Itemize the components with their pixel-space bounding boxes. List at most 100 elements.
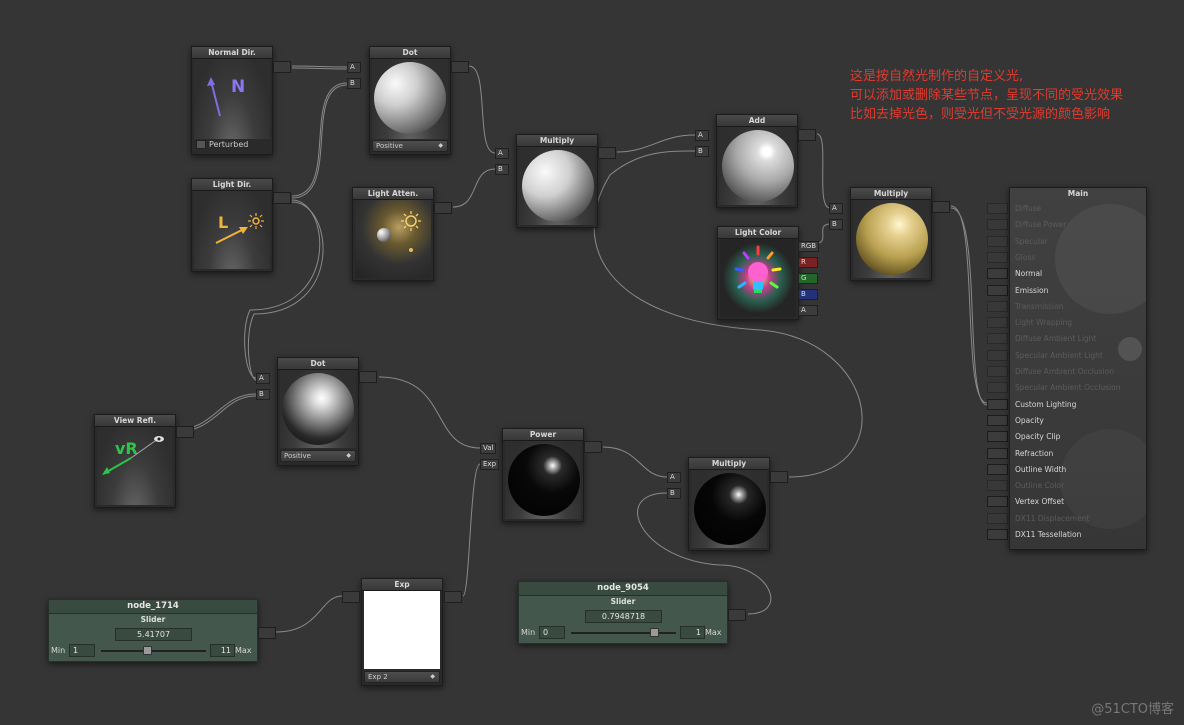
multiply2-output[interactable]: [932, 201, 950, 213]
slider-value-field[interactable]: 0.7948718: [585, 610, 662, 623]
wire-normal-to-dot1b: [291, 67, 348, 70]
multiply1-input-b[interactable]: B: [495, 164, 509, 175]
node-view-refl[interactable]: View Refl. vR: [94, 414, 176, 508]
dot1-input-a[interactable]: A: [347, 62, 361, 73]
slider-thumb[interactable]: [143, 646, 153, 655]
slider-max-field[interactable]: 11: [210, 644, 235, 657]
wire-power-to-mul3: [602, 446, 668, 478]
main-input-row: DX11 Displacement: [1015, 513, 1090, 523]
normal-dir-output[interactable]: [273, 61, 291, 73]
slider-thumb[interactable]: [649, 628, 659, 637]
main-input-port[interactable]: [987, 529, 1008, 540]
main-input-port[interactable]: [987, 414, 1008, 426]
main-input-row: Specular: [1015, 236, 1048, 246]
slider-min-field[interactable]: 1: [69, 644, 95, 657]
main-input-port[interactable]: [987, 512, 1008, 524]
main-input-port[interactable]: [987, 447, 1008, 459]
add-input-a[interactable]: A: [695, 130, 709, 141]
slider-max-label: Max: [235, 646, 252, 655]
multiply3-input-a[interactable]: A: [667, 472, 681, 483]
power-input-val[interactable]: Val: [480, 443, 497, 454]
main-input-port[interactable]: [987, 300, 1008, 312]
node-title: Multiply: [689, 458, 769, 470]
node-power[interactable]: Power: [502, 428, 584, 522]
dot2-output[interactable]: [359, 371, 377, 383]
main-input-port[interactable]: [987, 251, 1008, 263]
add-input-b[interactable]: B: [695, 146, 709, 157]
main-input-row: Transmission: [1015, 301, 1064, 311]
dot1-input-b[interactable]: B: [347, 78, 361, 89]
power-input-exp[interactable]: Exp: [480, 459, 500, 470]
light-color-output-g[interactable]: G: [798, 273, 818, 284]
node-title: Normal Dir.: [192, 47, 272, 59]
main-input-port[interactable]: [987, 235, 1008, 247]
node-add[interactable]: Add: [716, 114, 798, 208]
node-light-dir[interactable]: Light Dir. L: [191, 178, 273, 272]
main-input-row: Light Wrapping: [1015, 318, 1072, 328]
multiply2-input-b[interactable]: B: [829, 219, 843, 230]
main-input-port[interactable]: [987, 431, 1008, 443]
slider-max-field[interactable]: 1: [680, 626, 705, 639]
node-exp[interactable]: Exp Exp 2 ◆: [361, 578, 443, 686]
dot1-output[interactable]: [451, 61, 469, 73]
multiply3-input-b[interactable]: B: [667, 488, 681, 499]
multiply1-input-a[interactable]: A: [495, 148, 509, 159]
light-atten-output[interactable]: [434, 202, 452, 214]
slider-node-9054[interactable]: node_9054 Slider 0.7948718 Min 0 1 Max: [518, 581, 728, 644]
view-refl-output[interactable]: [176, 426, 194, 438]
light-color-output-rgb[interactable]: RGB: [798, 241, 820, 252]
preview-sphere: [282, 373, 354, 445]
node-normal-dir[interactable]: Normal Dir. N Perturbed: [191, 46, 273, 155]
main-input-port[interactable]: [987, 480, 1008, 492]
multiply3-output[interactable]: [770, 471, 788, 483]
main-input-port[interactable]: [987, 463, 1008, 475]
node-dot-2[interactable]: Dot Positive ◆: [277, 357, 359, 466]
slider-track[interactable]: [571, 632, 676, 634]
node-multiply-1[interactable]: Multiply: [516, 134, 598, 228]
main-input-port[interactable]: [987, 349, 1008, 361]
main-input-port[interactable]: [987, 382, 1008, 394]
node-dot-1[interactable]: Dot Positive ◆: [369, 46, 451, 155]
mode-dropdown[interactable]: Positive ◆: [372, 140, 448, 152]
node-light-color[interactable]: Light Color: [717, 226, 799, 320]
slider-track[interactable]: [101, 650, 206, 652]
main-input-port[interactable]: [987, 398, 1008, 410]
multiply2-input-a[interactable]: A: [829, 203, 843, 214]
main-input-port[interactable]: [987, 317, 1008, 329]
node-light-atten[interactable]: Light Atten.: [352, 187, 434, 281]
node-preview: [853, 200, 929, 278]
slider-min-field[interactable]: 0: [539, 626, 565, 639]
exp-input[interactable]: [342, 591, 360, 603]
node-multiply-3[interactable]: Multiply: [688, 457, 770, 551]
slider-1714-output[interactable]: [258, 627, 276, 639]
wire-lightdir-to-dot1: [291, 82, 348, 197]
light-color-output-r[interactable]: R: [798, 257, 818, 268]
perturbed-checkbox[interactable]: Perturbed: [196, 140, 248, 149]
node-multiply-2[interactable]: Multiply: [850, 187, 932, 281]
mode-dropdown[interactable]: Exp 2 ◆: [364, 671, 440, 683]
slider-9054-output[interactable]: [728, 609, 746, 621]
node-title: View Refl.: [95, 415, 175, 427]
main-input-port[interactable]: [987, 333, 1008, 345]
main-output-node[interactable]: Main Diffuse Diffuse Power Specular Gloss No…: [1009, 187, 1147, 550]
light-color-output-a[interactable]: A: [798, 305, 818, 316]
preview-sphere: [694, 473, 766, 545]
main-input-port[interactable]: [987, 284, 1008, 296]
main-input-port[interactable]: [987, 366, 1008, 377]
main-input-port[interactable]: [987, 268, 1008, 280]
main-input-port[interactable]: [987, 219, 1008, 231]
add-output[interactable]: [798, 129, 816, 141]
light-dir-output[interactable]: [273, 192, 291, 204]
main-input-port[interactable]: [987, 203, 1008, 214]
slider-node-1714[interactable]: node_1714 Slider 5.41707 Min 1 11 Max: [48, 599, 258, 662]
main-input-port[interactable]: [987, 496, 1008, 508]
mode-dropdown[interactable]: Positive ◆: [280, 450, 356, 462]
slider-value-field[interactable]: 5.41707: [115, 628, 192, 641]
power-output[interactable]: [584, 441, 602, 453]
exp-output[interactable]: [444, 591, 462, 603]
multiply1-output[interactable]: [598, 147, 616, 159]
dot2-input-a[interactable]: A: [256, 373, 270, 384]
annotation-line: 可以添加或删除某些节点，呈现不同的受光效果: [850, 88, 1124, 103]
light-color-output-b[interactable]: B: [798, 289, 818, 300]
dot2-input-b[interactable]: B: [256, 389, 270, 400]
